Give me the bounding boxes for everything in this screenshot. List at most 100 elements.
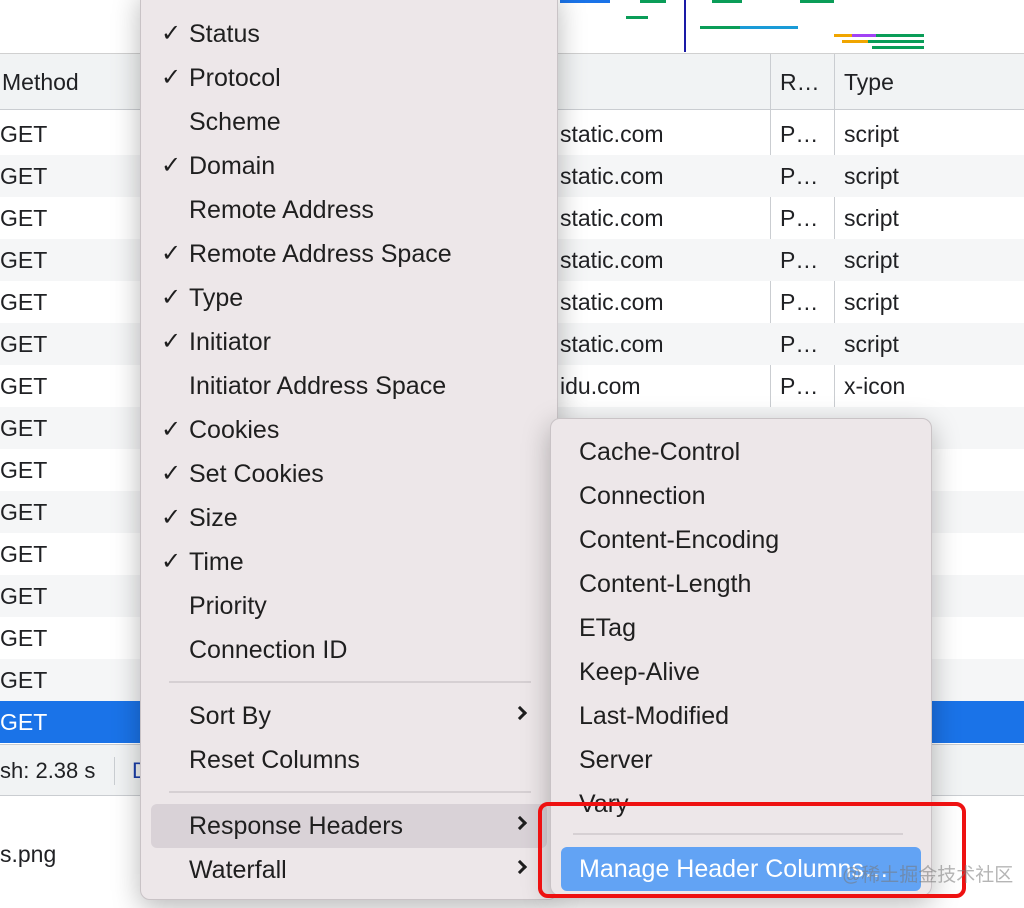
method-cell: GET [0, 583, 48, 609]
menu-item-label: Scheme [189, 108, 281, 136]
chevron-right-icon [512, 815, 528, 831]
menu-item-size[interactable]: ✓ Size [141, 497, 559, 539]
file-name[interactable]: s.png [0, 841, 56, 868]
remote-address-space-cell: P… [780, 289, 819, 315]
method-cell: GET [0, 373, 48, 399]
menu-item-label: Size [189, 504, 238, 532]
remote-address-space-cell: P… [780, 247, 819, 273]
menu-item-label: Set Cookies [189, 460, 324, 488]
submenu-item-connection[interactable]: Connection [551, 475, 933, 517]
menu-item-label: Cookies [189, 416, 280, 444]
menu-item-remote-address-space[interactable]: ✓ Remote Address Space [141, 233, 559, 275]
menu-divider [169, 681, 531, 683]
menu-item-protocol[interactable]: ✓ Protocol [141, 57, 559, 99]
remote-address-space-cell: P… [780, 205, 819, 231]
menu-item-status[interactable]: ✓ Status [141, 13, 559, 55]
waterfall-bar [700, 26, 740, 29]
menu-item-remote-address[interactable]: Remote Address [141, 189, 559, 231]
menu-item-label: Cache-Control [579, 438, 741, 466]
domain-cell: static.com [560, 121, 664, 147]
menu-item-scheme[interactable]: Scheme [141, 101, 559, 143]
method-cell: GET [0, 625, 48, 651]
waterfall-bar [868, 40, 924, 43]
menu-item-waterfall[interactable]: Waterfall [141, 849, 559, 891]
menu-item-label: Connection [579, 482, 706, 510]
menu-item-domain[interactable]: ✓ Domain [141, 145, 559, 187]
menu-item-sort-by[interactable]: Sort By [141, 695, 559, 737]
remote-address-space-cell: P… [780, 373, 819, 399]
menu-item-label: Reset Columns [189, 746, 360, 774]
method-cell: GET [0, 499, 48, 525]
chevron-right-icon [512, 705, 528, 721]
menu-item-type[interactable]: ✓ Type [141, 277, 559, 319]
menu-item-label: Initiator Address Space [189, 372, 447, 400]
domain-cell: static.com [560, 289, 664, 315]
menu-divider [169, 791, 531, 793]
check-icon: ✓ [160, 20, 182, 47]
menu-item-label: Remote Address [189, 196, 374, 224]
submenu-item-cache-control[interactable]: Cache-Control [551, 431, 933, 473]
menu-item-connection-id[interactable]: Connection ID [141, 629, 559, 671]
menu-item-cookies[interactable]: ✓ Cookies [141, 409, 559, 451]
menu-item-label: Waterfall [189, 856, 287, 884]
remote-address-space-cell: P… [780, 163, 819, 189]
remote-address-space-cell: P… [780, 331, 819, 357]
method-cell: GET [0, 415, 48, 441]
menu-item-label: Type [189, 284, 244, 312]
chevron-right-icon [512, 859, 528, 875]
menu-item-label: Domain [189, 152, 276, 180]
check-icon: ✓ [160, 416, 182, 443]
submenu-item-content-length[interactable]: Content-Length [551, 563, 933, 605]
watermark: @稀土掘金技术社区 [842, 865, 1014, 886]
type-cell: x-icon [844, 373, 906, 399]
check-icon: ✓ [160, 240, 182, 267]
type-cell: script [844, 163, 899, 189]
menu-item-priority[interactable]: Priority [141, 585, 559, 627]
menu-item-initiator-address-space[interactable]: Initiator Address Space [141, 365, 559, 407]
check-icon: ✓ [160, 152, 182, 179]
finish-time: sh: 2.38 s [0, 758, 96, 783]
column-header-method[interactable]: Method [0, 54, 79, 110]
type-cell: script [844, 289, 899, 315]
check-icon: ✓ [160, 284, 182, 311]
menu-item-response-headers[interactable]: Response Headers [141, 805, 559, 847]
menu-item-set-cookies[interactable]: ✓ Set Cookies [141, 453, 559, 495]
waterfall-bar [800, 0, 834, 3]
menu-item-reset-columns[interactable]: Reset Columns [141, 739, 559, 781]
menu-item-time[interactable]: ✓ Time [141, 541, 559, 583]
column-header-remote[interactable]: R… [778, 54, 820, 110]
check-icon: ✓ [160, 504, 182, 531]
menu-item-label: Time [189, 548, 244, 576]
waterfall-bar [740, 26, 798, 29]
domain-cell: static.com [560, 247, 664, 273]
type-cell: script [844, 247, 899, 273]
method-cell: GET [0, 541, 48, 567]
menu-item-label: Priority [189, 592, 267, 620]
menu-item-label: Connection ID [189, 636, 348, 664]
method-cell: GET [0, 205, 48, 231]
submenu-item-keep-alive[interactable]: Keep-Alive [551, 651, 933, 693]
submenu-item-server[interactable]: Server [551, 739, 933, 781]
waterfall-dom-line [684, 0, 686, 52]
submenu-item-content-encoding[interactable]: Content-Encoding [551, 519, 933, 561]
check-icon: ✓ [160, 548, 182, 575]
submenu-item-last-modified[interactable]: Last-Modified [551, 695, 933, 737]
menu-item-label: Protocol [189, 64, 281, 92]
menu-item-label: Last-Modified [579, 702, 730, 730]
method-cell: GET [0, 121, 48, 147]
status-divider [114, 757, 115, 785]
method-cell: GET [0, 163, 48, 189]
menu-item-initiator[interactable]: ✓ Initiator [141, 321, 559, 363]
waterfall-bar [842, 40, 868, 43]
submenu-item-etag[interactable]: ETag [551, 607, 933, 649]
menu-item-label: Sort By [189, 702, 271, 730]
method-cell: GET [0, 457, 48, 483]
method-cell: GET [0, 289, 48, 315]
menu-item-label: ETag [579, 614, 636, 642]
column-header-type[interactable]: Type [842, 54, 894, 110]
column-context-menu: ✓ Status ✓ Protocol Scheme ✓ Domain Remo… [140, 0, 558, 900]
check-icon: ✓ [160, 64, 182, 91]
method-cell: GET [0, 667, 48, 693]
type-cell: script [844, 331, 899, 357]
domain-cell: static.com [560, 163, 664, 189]
